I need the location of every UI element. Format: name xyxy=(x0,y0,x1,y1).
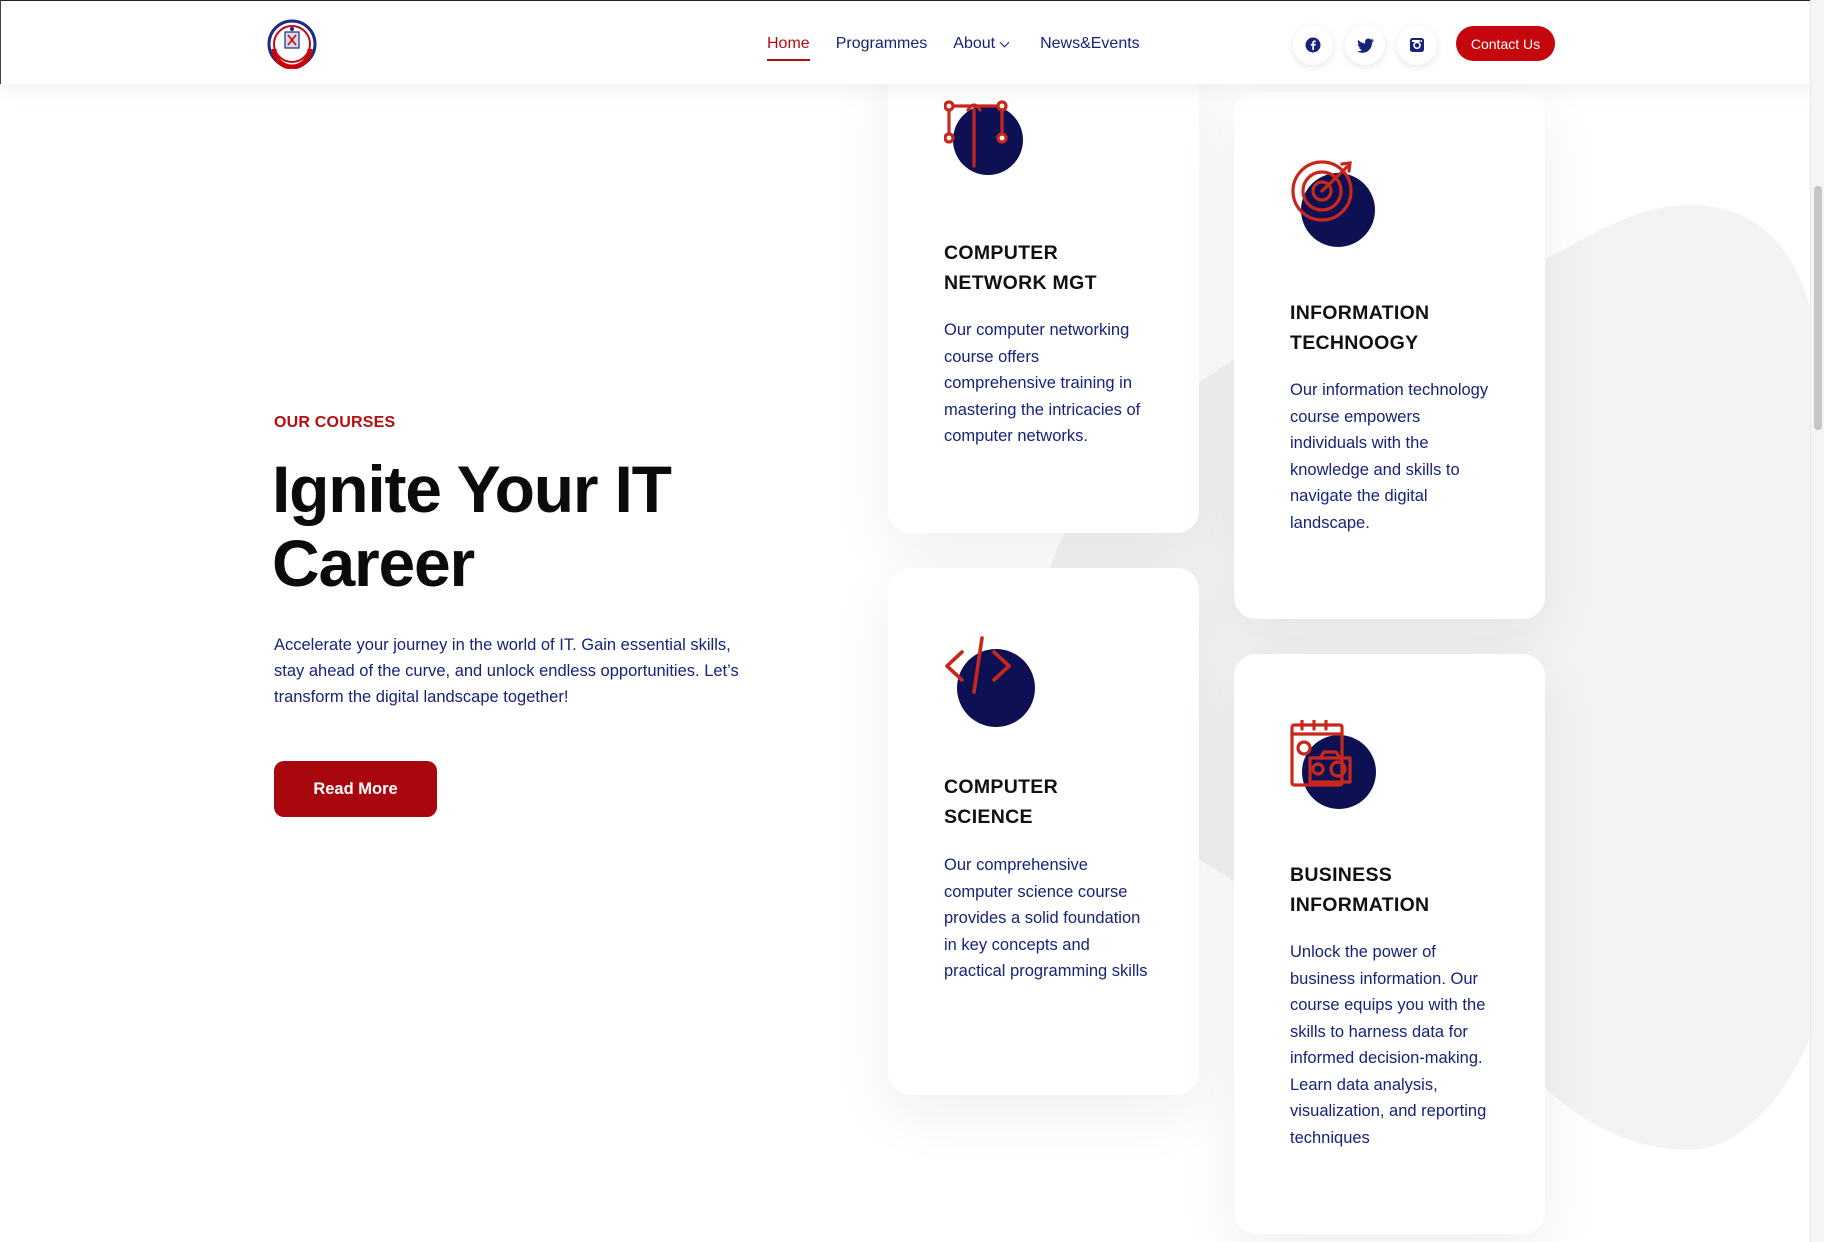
nav-item-about[interactable]: About xyxy=(953,35,1010,53)
course-title-line-1: BUSINESS xyxy=(1290,864,1393,886)
school-logo[interactable] xyxy=(267,19,317,69)
contact-us-button[interactable]: Contact Us xyxy=(1456,26,1555,61)
course-description: Our comprehensive computer science cours… xyxy=(944,856,1148,980)
chevron-down-icon xyxy=(999,37,1010,47)
facebook-icon xyxy=(1305,37,1321,53)
scrollbar-thumb[interactable] xyxy=(1814,186,1822,430)
twitter-icon xyxy=(1356,38,1374,53)
course-title: BUSINESS INFORMATION xyxy=(1290,860,1510,920)
main-nav: Home Programmes About News&Events xyxy=(767,35,1140,61)
course-card-computer-network[interactable]: COMPUTER NETWORK MGT Our computer networ… xyxy=(888,60,1199,533)
course-title-line-2: SCIENCE xyxy=(944,806,1033,828)
course-title-line-2: TECHNOOGY xyxy=(1290,332,1419,354)
course-title-line-1: COMPUTER xyxy=(944,776,1058,798)
course-title: INFORMATION TECHNOOGY xyxy=(1290,298,1510,358)
page-scrollbar[interactable] xyxy=(1810,0,1824,1242)
calendar-camera-icon xyxy=(1290,720,1376,809)
hero-title-line-2: Career xyxy=(272,526,475,600)
twitter-button[interactable] xyxy=(1345,25,1385,65)
nav-item-about-label: About xyxy=(953,35,996,52)
site-header: Home Programmes About News&Events Contac… xyxy=(0,0,1824,84)
instagram-button[interactable] xyxy=(1397,25,1437,65)
course-title-line-2: NETWORK MGT xyxy=(944,272,1097,294)
course-description: Our computer networking course offers co… xyxy=(944,321,1141,445)
read-more-button[interactable]: Read More xyxy=(274,761,437,817)
hero-title-line-1: Ignite Your IT xyxy=(272,452,672,526)
course-card-business-information[interactable]: BUSINESS INFORMATION Unlock the power of… xyxy=(1234,654,1545,1234)
course-card-computer-science[interactable]: COMPUTER SCIENCE Our comprehensive compu… xyxy=(888,568,1199,1095)
instagram-icon xyxy=(1410,38,1424,52)
code-icon xyxy=(945,636,1035,727)
nav-item-home[interactable]: Home xyxy=(767,35,810,61)
course-title: COMPUTER NETWORK MGT xyxy=(944,238,1164,298)
course-description: Unlock the power of business information… xyxy=(1290,943,1487,1147)
hero-description: Accelerate your journey in the world of … xyxy=(274,636,739,706)
course-description: Our information technology course empowe… xyxy=(1290,381,1489,532)
nav-item-programmes[interactable]: Programmes xyxy=(836,35,928,53)
hero-title: Ignite Your IT Career xyxy=(272,452,792,600)
course-title-line-2: INFORMATION xyxy=(1290,894,1430,916)
page: Home Programmes About News&Events Contac… xyxy=(0,0,1824,1242)
section-eyebrow: OUR COURSES xyxy=(274,414,396,431)
course-title-line-1: COMPUTER xyxy=(944,242,1058,264)
pen-tool-icon xyxy=(944,100,1023,175)
facebook-button[interactable] xyxy=(1293,25,1333,65)
course-title-line-1: INFORMATION xyxy=(1290,302,1430,324)
nav-item-news-events[interactable]: News&Events xyxy=(1040,35,1140,53)
course-card-information-technology[interactable]: INFORMATION TECHNOOGY Our information te… xyxy=(1234,92,1545,619)
target-icon xyxy=(1291,160,1375,247)
course-title: COMPUTER SCIENCE xyxy=(944,772,1164,832)
